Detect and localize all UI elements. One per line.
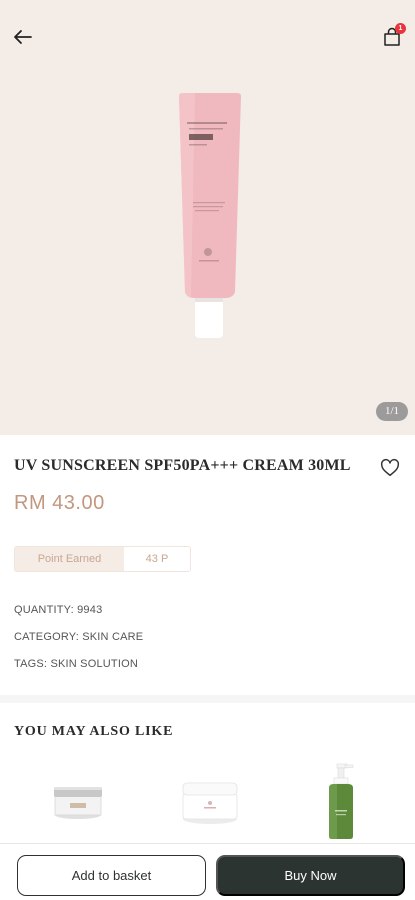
product-image [179,93,241,338]
cart-count-badge: 1 [395,23,406,34]
green-pump-bottle-image [329,763,354,839]
bottom-action-bar: Add to basket Buy Now [0,843,415,900]
also-like-title: YOU MAY ALSO LIKE [14,724,174,739]
recommendation-item[interactable] [170,760,250,842]
points-label: Point Earned [15,547,124,571]
back-button[interactable] [8,22,38,52]
product-price: RM 43.00 [14,492,105,514]
image-counter: 1/1 [376,402,408,421]
product-gallery[interactable]: 1 1/1 [0,0,415,435]
section-divider [0,695,415,703]
recommendation-item[interactable] [300,760,380,842]
quantity-text: QUANTITY: 9943 [14,604,103,616]
category-text: CATEGORY: SKIN CARE [14,631,144,643]
cream-jar-silver-image [54,787,102,819]
tags-text: TAGS: SKIN SOLUTION [14,658,139,670]
heart-outline-icon [380,458,400,477]
product-title: UV SUNSCREEN SPF50PA+++ CREAM 30ML [14,457,351,474]
points-earned-box: Point Earned 43 P [14,546,191,572]
cart-button[interactable]: 1 [377,22,407,52]
wishlist-button[interactable] [377,455,403,481]
cream-jar-white-image [182,782,238,824]
add-to-basket-button[interactable]: Add to basket [17,855,206,896]
recommendation-item[interactable] [38,760,118,842]
points-value: 43 P [124,547,190,571]
buy-now-button[interactable]: Buy Now [216,855,405,896]
arrow-left-icon [14,30,32,44]
